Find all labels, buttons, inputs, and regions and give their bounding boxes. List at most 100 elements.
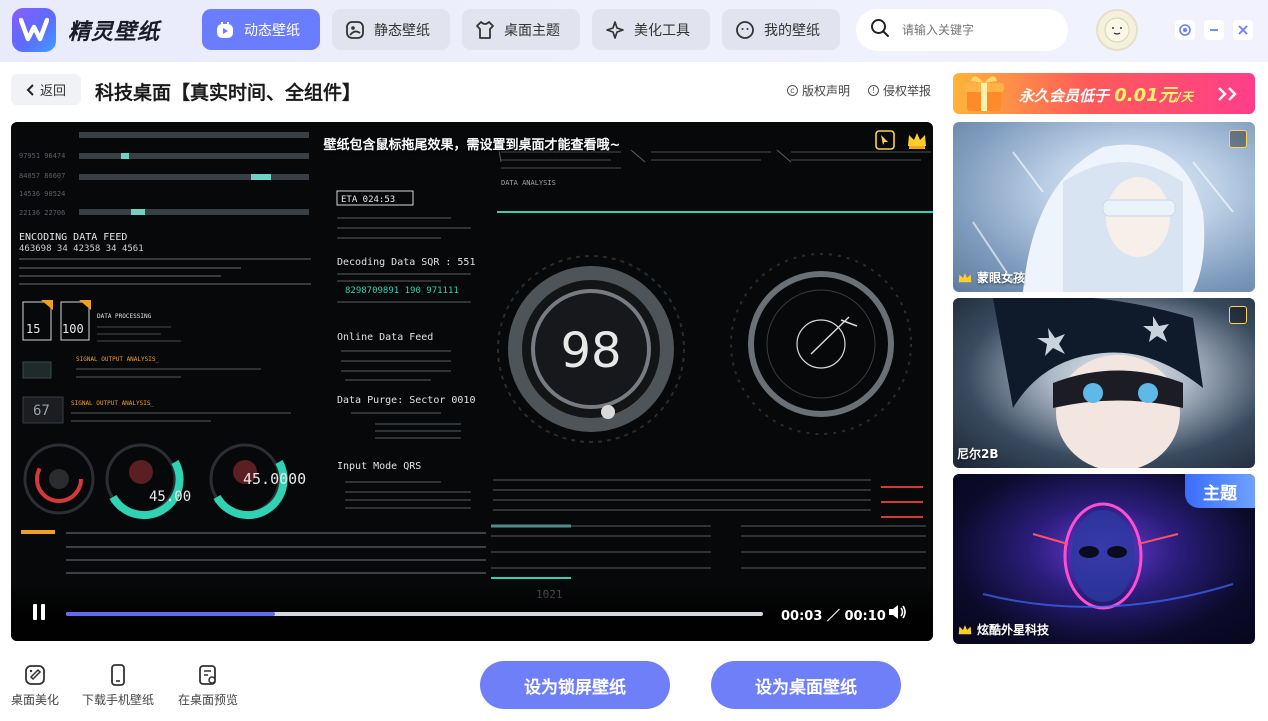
tool-label: 在桌面预览: [178, 693, 239, 707]
set-lock-screen-button[interactable]: 设为锁屏壁纸: [480, 661, 670, 709]
avatar[interactable]: [1096, 9, 1138, 51]
preview-icon: [199, 665, 216, 685]
shirt-icon: [474, 19, 496, 41]
svg-text:22136 22706: 22136 22706: [19, 209, 65, 217]
hud-eta: ETA 024:53: [341, 195, 395, 205]
minimize-icon[interactable]: [1204, 20, 1224, 40]
hud-decoding-nums: 8298709891 190 971111: [345, 286, 459, 296]
card-title: 蒙眼女孩: [977, 271, 1026, 285]
tab-label: 动态壁纸: [244, 22, 300, 39]
hud-gauge-b: 45.00: [149, 489, 191, 505]
phone-icon: [111, 664, 125, 686]
app-name: 精灵壁纸: [68, 20, 161, 45]
app-logo-icon: [12, 8, 56, 52]
wallpaper-card[interactable]: 蒙眼女孩: [953, 122, 1255, 292]
vip-label: 永久会员低于: [1019, 86, 1110, 105]
tool-label: 下载手机壁纸: [82, 693, 155, 707]
hud-input-mode: Input Mode QRS: [337, 461, 421, 472]
hud-online: Online Data Feed: [337, 332, 433, 343]
pause-button[interactable]: [31, 604, 47, 620]
vip-text: 永久会员低于 0.01元/天: [1019, 81, 1193, 107]
tab-static-wallpaper[interactable]: 静态壁纸: [332, 9, 450, 50]
progress-fill: [66, 612, 276, 616]
set-desktop-button[interactable]: 设为桌面壁纸: [711, 661, 901, 709]
mouse-effect-icon: [875, 130, 895, 154]
crown-icon: [906, 130, 928, 154]
hud-purge: Data Purge: Sector 0010: [337, 395, 475, 406]
tab-dynamic-wallpaper[interactable]: 动态壁纸: [202, 9, 320, 50]
vip-banner[interactable]: 永久会员低于 0.01元/天: [953, 73, 1255, 114]
video-player[interactable]: 97951 96474 84057 86607 14536 90524 2213…: [11, 122, 933, 641]
chevron-left-icon: [26, 83, 34, 96]
vip-price: 0.01元: [1114, 84, 1177, 106]
card-thumbnail: [972, 144, 1234, 292]
current-time: 00:03: [781, 609, 823, 624]
page-title: 科技桌面【真实时间、全组件】: [95, 82, 362, 104]
hud-data-processing: DATA PROCESSING: [97, 313, 152, 320]
hud-signal-1: SIGNAL OUTPUT ANALYSIS_: [76, 356, 159, 363]
card-thumbnail: [993, 298, 1203, 468]
card-label: 尼尔2B: [957, 445, 999, 462]
volume-icon[interactable]: [887, 603, 907, 625]
player-controls: 00:03 ／ 00:10: [11, 583, 933, 641]
tab-my-wallpaper[interactable]: 我的壁纸: [722, 9, 840, 50]
hud-big-number: 98: [560, 323, 621, 379]
hud-box-b: 100: [62, 322, 84, 336]
card-title: 炫酷外星科技: [977, 623, 1050, 637]
time-separator: ／: [826, 609, 840, 624]
tool-label: 桌面美化: [11, 693, 60, 707]
close-icon[interactable]: [1233, 20, 1253, 40]
report-label: 侵权举报: [883, 84, 932, 98]
wallpaper-card[interactable]: 主题 炫酷外星科技: [953, 474, 1255, 644]
card-label: 蒙眼女孩: [957, 269, 1025, 286]
double-chevron-right-icon: [1218, 87, 1237, 101]
tool-preview-desktop[interactable]: 在桌面预览: [178, 664, 238, 708]
progress-bar[interactable]: [66, 612, 763, 616]
time-display: 00:03 ／ 00:10: [781, 605, 886, 624]
tab-label: 美化工具: [634, 22, 690, 39]
smile-icon: [734, 19, 756, 41]
tool-desktop-beautify[interactable]: 桌面美化: [11, 664, 59, 708]
back-label: 返回: [39, 84, 66, 99]
svg-text:14536 90524: 14536 90524: [19, 190, 65, 198]
wallpaper-card[interactable]: 尼尔2B: [953, 298, 1255, 468]
crown-icon: [958, 272, 972, 282]
mouse-trail-notice: 壁纸包含鼠标拖尾效果，需设置到桌面才能查看哦~: [323, 138, 621, 153]
svg-text:97951 96474: 97951 96474: [19, 152, 65, 160]
hud-feed-numbers: 463698 34 42358 34 4561: [19, 244, 144, 254]
search-box[interactable]: [856, 9, 1068, 51]
card-title: 尼尔2B: [957, 447, 999, 461]
copyright-label: 版权声明: [802, 84, 851, 98]
sparkle-icon: [604, 19, 626, 41]
copyright-link[interactable]: c 版权声明: [787, 82, 850, 99]
copyright-icon: c: [787, 85, 798, 96]
crown-icon: [958, 624, 972, 634]
back-button[interactable]: 返回: [11, 74, 81, 105]
hud-data-analysis: DATA ANALYSIS: [501, 179, 556, 187]
image-icon: [344, 19, 366, 41]
vip-unit: /天: [1176, 89, 1194, 104]
tab-label: 桌面主题: [504, 22, 560, 39]
hud-decoding: Decoding Data SQR : 551: [337, 257, 475, 268]
duration: 00:10: [844, 609, 886, 624]
report-link[interactable]: ! 侵权举报: [868, 82, 931, 99]
mouse-effect-icon: [1229, 130, 1247, 148]
hud-wallpaper-preview: 97951 96474 84057 86607 14536 90524 2213…: [19, 132, 933, 601]
hud-box-a: 15: [26, 322, 40, 336]
search-input[interactable]: [902, 23, 1052, 37]
hud-gauge-c: 45.0000: [243, 470, 306, 488]
tab-label: 我的壁纸: [764, 22, 820, 39]
tool-download-mobile[interactable]: 下载手机壁纸: [82, 664, 154, 708]
gift-icon: [964, 76, 1004, 111]
tab-desktop-theme[interactable]: 桌面主题: [462, 9, 580, 50]
hud-feed-title: ENCODING DATA FEED: [19, 232, 127, 243]
settings-icon[interactable]: [1175, 20, 1195, 40]
palette-icon: [25, 665, 45, 685]
svg-text:84057 86607: 84057 86607: [19, 172, 65, 180]
alert-icon: !: [868, 85, 879, 96]
hud-gauge-a: 67: [33, 403, 50, 419]
tab-label: 静态壁纸: [374, 22, 430, 39]
card-label: 炫酷外星科技: [957, 621, 1049, 638]
tab-beautify-tools[interactable]: 美化工具: [592, 9, 710, 50]
top-bar: 精灵壁纸 动态壁纸 静态壁纸 桌面主题 美化工具 我的壁纸: [0, 0, 1268, 62]
